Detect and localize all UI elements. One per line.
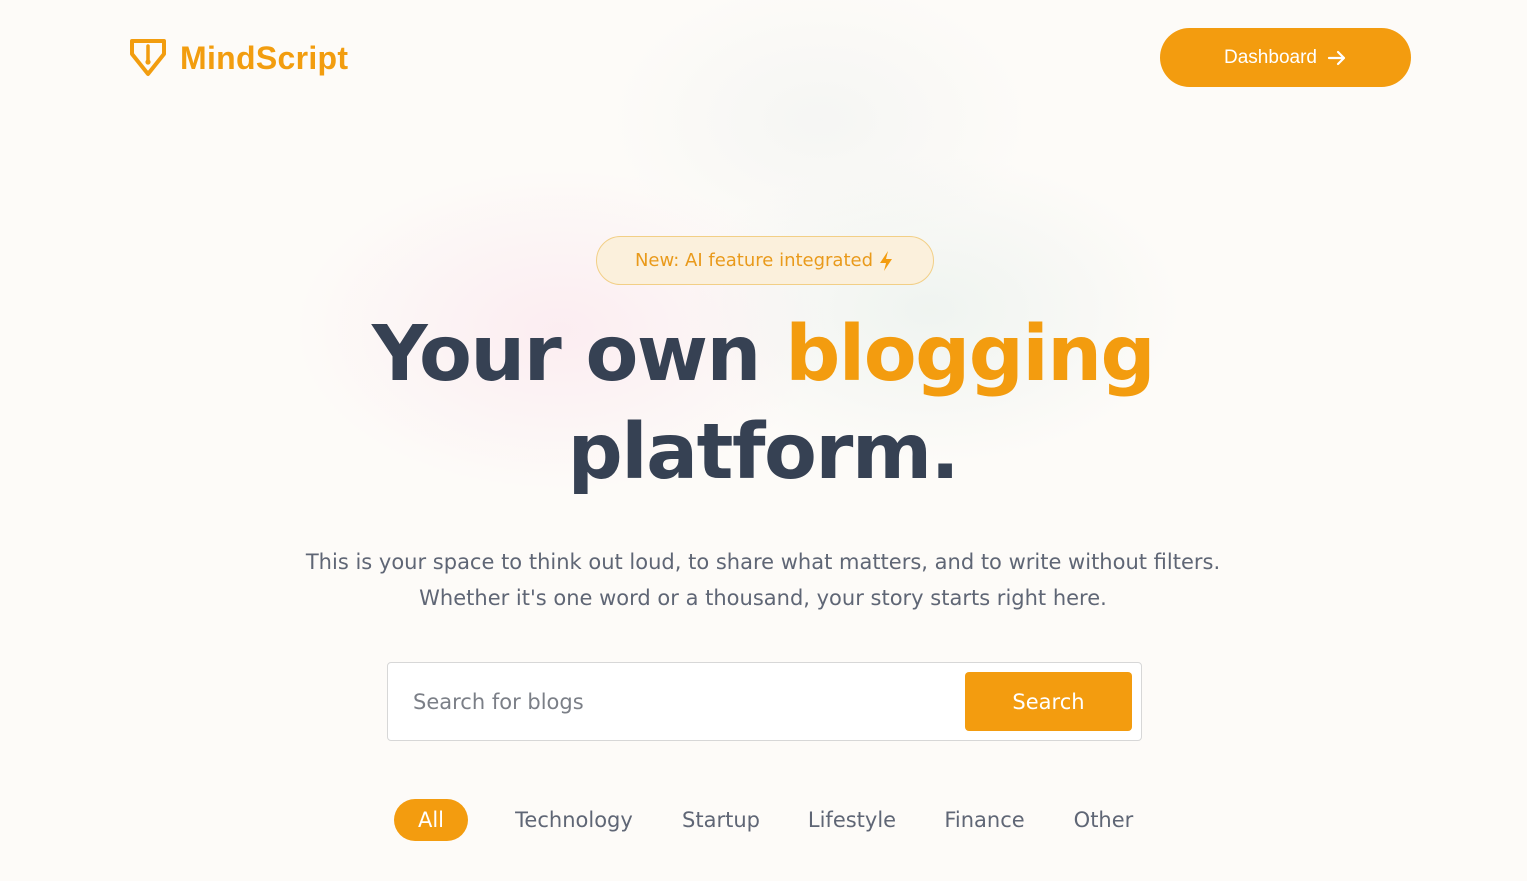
category-technology[interactable]: Technology xyxy=(508,799,640,841)
page-title: Your own blogging platform. xyxy=(263,306,1263,502)
brand-logo[interactable]: MindScript xyxy=(128,36,348,80)
lightning-bolt-icon xyxy=(880,250,893,271)
ai-feature-badge: New: AI feature integrated xyxy=(596,236,934,285)
search-bar: Search xyxy=(387,662,1142,741)
category-all[interactable]: All xyxy=(394,799,468,841)
dashboard-button-label: Dashboard xyxy=(1224,46,1317,68)
headline-part1: Your own xyxy=(371,310,762,399)
badge-text: New: AI feature integrated xyxy=(634,250,874,271)
category-lifestyle[interactable]: Lifestyle xyxy=(801,799,903,841)
search-input[interactable] xyxy=(389,664,949,739)
hero-description: This is your space to think out loud, to… xyxy=(305,550,1221,610)
dashboard-button[interactable]: Dashboard xyxy=(1160,28,1411,87)
headline-accent: blogging xyxy=(785,310,1155,399)
category-finance[interactable]: Finance xyxy=(937,799,1032,841)
category-startup[interactable]: Startup xyxy=(675,799,767,841)
search-button[interactable]: Search xyxy=(965,672,1132,731)
headline-part2: platform. xyxy=(567,408,960,497)
pen-nib-shield-icon xyxy=(130,39,166,76)
arrow-right-icon xyxy=(1327,50,1346,65)
category-other[interactable]: Other xyxy=(1066,799,1141,841)
brand-name: MindScript xyxy=(180,39,349,76)
